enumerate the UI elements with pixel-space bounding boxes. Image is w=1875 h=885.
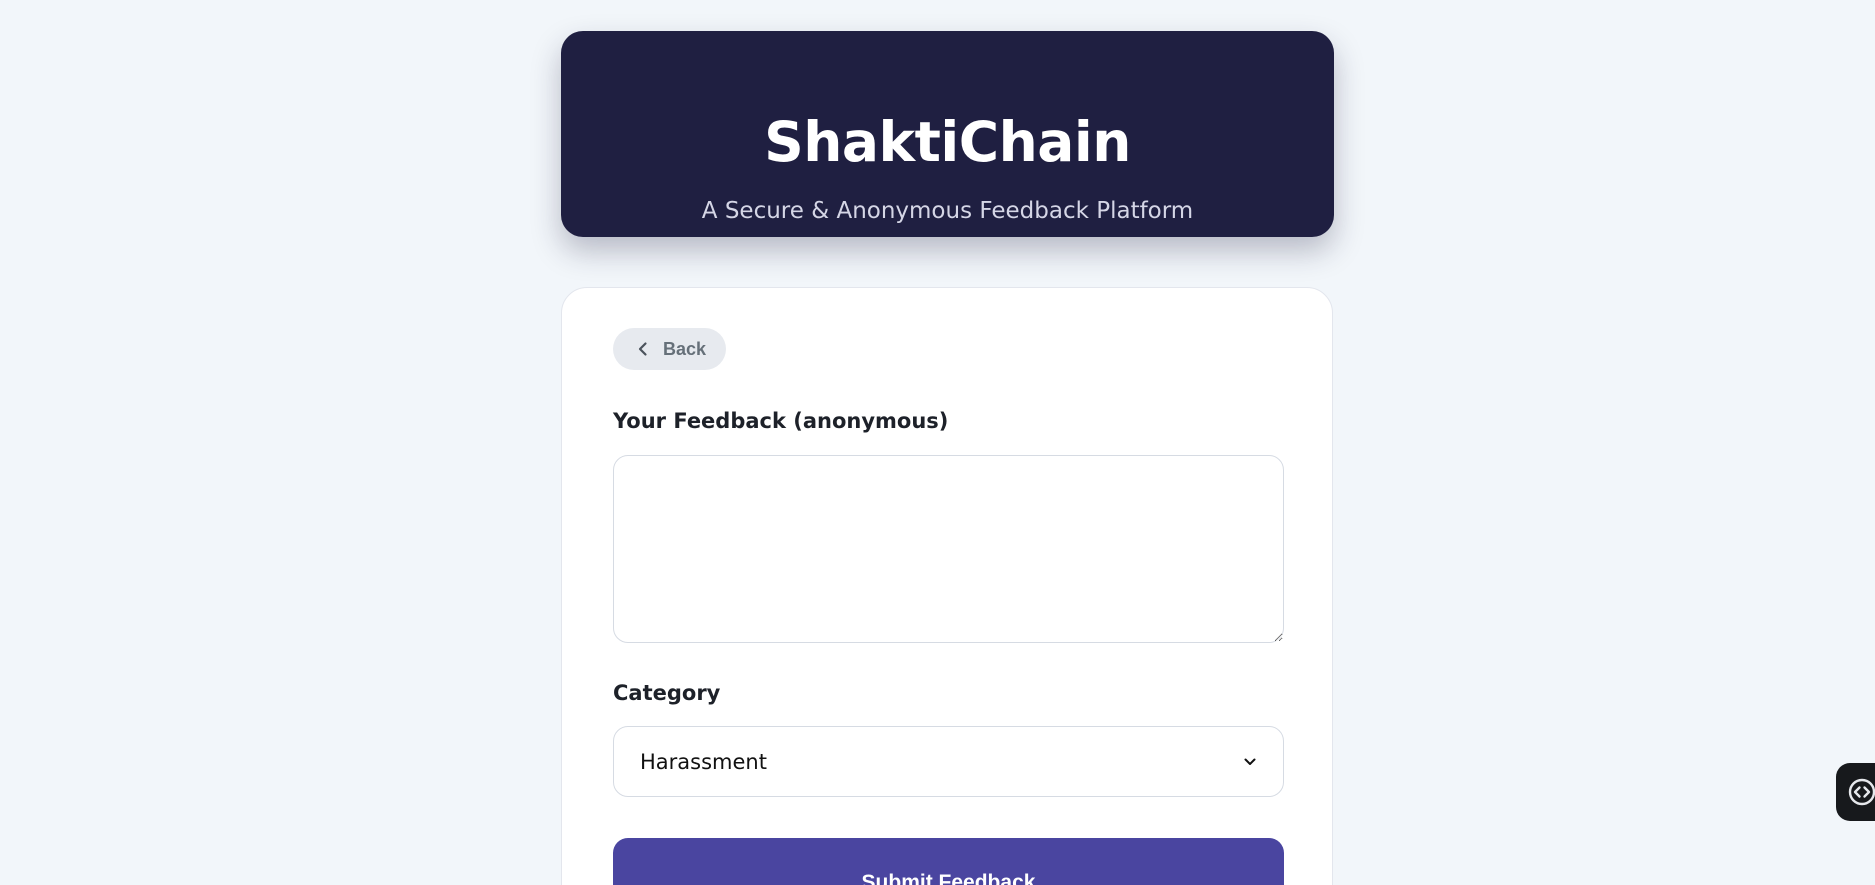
category-selected-value: Harassment	[640, 749, 767, 774]
category-select[interactable]: Harassment	[613, 726, 1284, 797]
code-brackets-icon	[1848, 778, 1875, 806]
feedback-textarea[interactable]	[613, 455, 1284, 643]
chevron-down-icon	[1243, 755, 1257, 769]
feedback-label: Your Feedback (anonymous)	[613, 409, 949, 433]
header-banner: ShaktiChain A Secure & Anonymous Feedbac…	[561, 31, 1334, 237]
back-button-label: Back	[663, 338, 707, 359]
app-title: ShaktiChain	[764, 110, 1131, 174]
back-button[interactable]: Back	[613, 328, 726, 370]
chevron-left-icon	[635, 341, 651, 357]
feedback-form-card: Back Your Feedback (anonymous) Category …	[561, 287, 1333, 885]
floating-widget-button[interactable]	[1836, 763, 1875, 821]
submit-feedback-button[interactable]: Submit Feedback	[613, 838, 1284, 885]
page: ShaktiChain A Secure & Anonymous Feedbac…	[0, 0, 1875, 885]
category-label: Category	[613, 681, 721, 705]
app-subtitle: A Secure & Anonymous Feedback Platform	[701, 198, 1194, 224]
